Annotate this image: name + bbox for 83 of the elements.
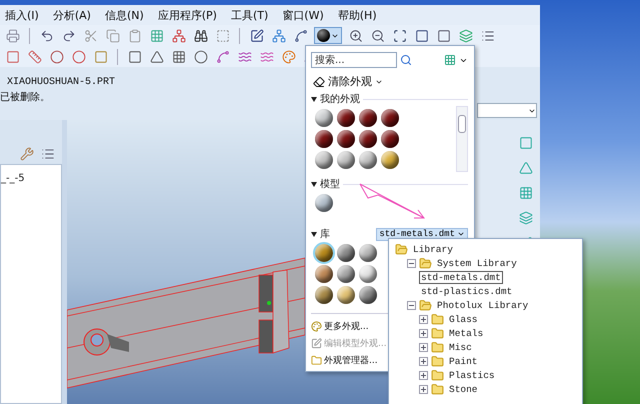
section-title: 库 (320, 228, 330, 241)
menu-item[interactable]: 分析(A) (52, 8, 91, 22)
tree-item[interactable]: Photolux Library (435, 298, 530, 312)
appearance-swatch[interactable] (315, 109, 333, 127)
tree-item[interactable]: System Library (435, 256, 519, 270)
tree-item[interactable]: Metals (447, 326, 486, 340)
folder-icon (431, 326, 444, 340)
tree-item[interactable]: Library (411, 242, 455, 256)
appearance-swatch[interactable] (315, 151, 333, 169)
message-line: 已被删除。 (0, 90, 50, 104)
folder-icon (431, 312, 444, 326)
expand-toggle-icon[interactable] (419, 342, 428, 352)
wrench-icon[interactable] (18, 145, 35, 162)
clear-appearance-button[interactable]: 清除外观 (313, 74, 383, 89)
tree-item[interactable]: Misc (447, 340, 474, 354)
folder-icon (431, 382, 444, 396)
appearance-swatch[interactable] (315, 244, 333, 262)
appearance-swatch[interactable] (359, 265, 377, 283)
tree-item[interactable]: Plastics (447, 368, 497, 382)
appearance-swatch[interactable] (381, 109, 399, 127)
search-field[interactable]: 搜索... (311, 52, 397, 68)
menu-item[interactable]: 信息(N) (104, 8, 144, 22)
expand-toggle-icon[interactable] (419, 328, 428, 338)
expand-toggle-icon[interactable] (419, 370, 428, 380)
section-title: 模型 (320, 178, 340, 191)
search-icon[interactable] (400, 54, 412, 66)
appearance-button[interactable] (314, 27, 342, 44)
collapse-toggle-icon[interactable] (407, 258, 416, 268)
folder-icon (431, 368, 444, 382)
collapse-triangle-icon[interactable] (311, 96, 317, 102)
appearance-swatch[interactable] (337, 265, 355, 283)
collapse-triangle-icon[interactable] (311, 232, 317, 236)
expand-toggle-icon[interactable] (419, 314, 428, 324)
menu-item[interactable]: 工具(T) (230, 8, 268, 22)
expand-toggle-icon[interactable] (419, 384, 428, 394)
open-folder-icon (419, 256, 432, 270)
tree-item[interactable]: std-plastics.dmt (419, 284, 514, 298)
appearance-swatch[interactable] (381, 151, 399, 169)
menu-item[interactable]: 窗口(W) (282, 8, 324, 22)
gallery-action[interactable]: 外观管理器... (311, 352, 378, 369)
model-tree-item[interactable]: _-_-5 (1, 173, 25, 184)
caret-icon (457, 230, 465, 238)
folder-icon (311, 355, 322, 366)
collapse-triangle-icon[interactable] (311, 182, 317, 186)
arrow-annotation (360, 184, 425, 218)
expand-toggle-icon[interactable] (419, 356, 428, 366)
print-icon[interactable] (4, 27, 21, 44)
open-folder-icon (419, 298, 432, 312)
appearance-swatch[interactable] (359, 130, 377, 148)
appearance-swatch[interactable] (359, 244, 377, 262)
network-icon[interactable] (170, 27, 187, 44)
appearance-swatch[interactable] (359, 286, 377, 304)
appearance-swatch[interactable] (315, 194, 333, 212)
eraser-icon (313, 76, 325, 88)
collapse-toggle-icon[interactable] (407, 300, 416, 310)
tree-item[interactable]: std-metals.dmt (419, 270, 503, 284)
appearance-swatch[interactable] (337, 151, 355, 169)
tree-item[interactable]: Paint (447, 354, 480, 368)
section-title: 我的外观 (320, 92, 360, 106)
filter-dropdown[interactable] (477, 103, 537, 118)
message-line: XIAOHUOSHUAN-5.PRT (6, 77, 116, 88)
palette-icon (311, 321, 322, 332)
folder-icon (431, 340, 444, 354)
appearance-swatch[interactable] (315, 265, 333, 283)
edit-icon (311, 338, 322, 349)
appearance-swatch[interactable] (359, 151, 377, 169)
appearance-swatch[interactable] (337, 109, 355, 127)
appearance-swatch[interactable] (359, 109, 377, 127)
layers-icon[interactable] (457, 27, 474, 44)
scrollbar[interactable] (456, 106, 468, 172)
menu-item[interactable]: 应用程序(P) (158, 8, 217, 22)
tree-item[interactable]: Glass (447, 312, 480, 326)
menu-item[interactable]: 帮助(H) (338, 8, 377, 22)
appearance-swatch[interactable] (337, 244, 355, 262)
menu-item[interactable]: 插入(I) (5, 8, 39, 22)
tree-item[interactable]: Stone (447, 382, 480, 396)
appearance-swatch[interactable] (337, 130, 355, 148)
appearance-swatch[interactable] (381, 130, 399, 148)
gallery-action[interactable]: 更多外观... (311, 318, 369, 335)
appearance-swatch[interactable] (315, 130, 333, 148)
appearance-swatch[interactable] (315, 286, 333, 304)
appearance-swatch[interactable] (337, 286, 355, 304)
folder-icon (431, 354, 444, 368)
